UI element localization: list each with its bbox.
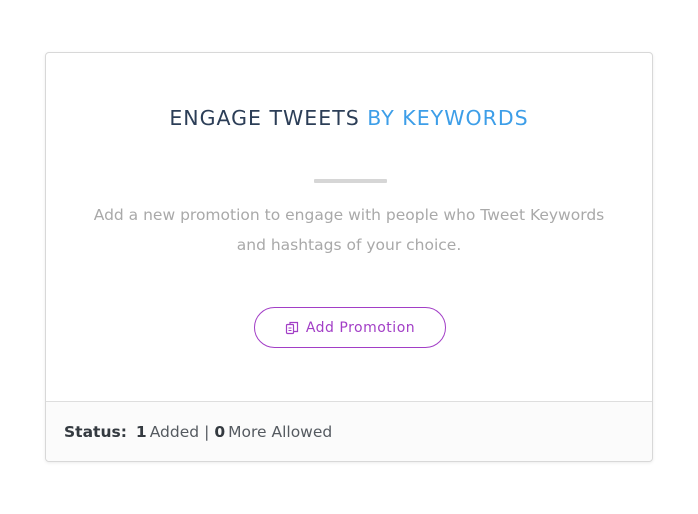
add-promotion-label: Add Promotion [305, 319, 416, 336]
card-title: ENGAGE TWEETS BY KEYWORDS [46, 104, 652, 132]
card-footer: Status: 1 Added | 0 More Allowed [46, 401, 652, 461]
allowed-label: More Allowed [228, 422, 333, 441]
card-title-accent: BY KEYWORDS [367, 106, 529, 130]
allowed-count: 0 [214, 422, 226, 441]
status-separator: | [204, 422, 210, 441]
added-label: Added [149, 422, 200, 441]
card-body: ENGAGE TWEETS BY KEYWORDS Add a new prom… [46, 53, 652, 402]
status-label: Status: [64, 422, 127, 441]
title-divider [314, 179, 387, 183]
card-description: Add a new promotion to engage with peopl… [93, 206, 605, 254]
added-count: 1 [135, 422, 147, 441]
card-title-main: ENGAGE TWEETS [169, 106, 360, 130]
promotion-card: ENGAGE TWEETS BY KEYWORDS Add a new prom… [45, 52, 653, 462]
copy-icon [285, 321, 299, 335]
add-promotion-button[interactable]: Add Promotion [254, 307, 446, 348]
